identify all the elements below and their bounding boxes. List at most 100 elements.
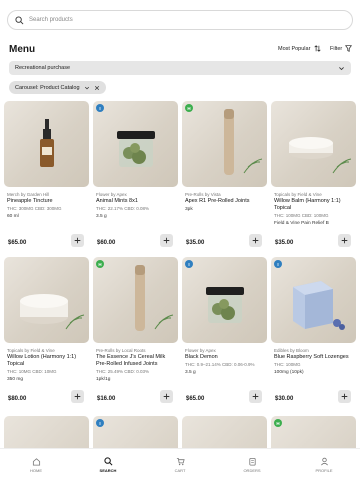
orders-icon <box>248 457 256 466</box>
product-price: $65.00 <box>186 396 205 402</box>
product-brand: Flower by Apex <box>96 192 127 197</box>
plus-icon <box>252 237 259 244</box>
tab-orders[interactable]: ORDERS <box>227 457 277 473</box>
product-card[interactable]: H Pre-Rolls by Vista Apex R1 Pre-Rolled … <box>182 101 267 255</box>
product-size: 3.5 g <box>96 213 107 219</box>
product-image[interactable] <box>271 101 356 187</box>
product-card[interactable]: Topicals by Field & Vine Willow Balm (Ha… <box>271 101 356 255</box>
plus-icon <box>163 237 170 244</box>
pre-roll-tube-image <box>135 265 174 331</box>
product-potency: THC: 0.9–21.14% CBD: 0.06-0.9% <box>185 362 255 367</box>
product-card[interactable]: Topicals by Field & Vine Willow Lotion (… <box>4 257 89 411</box>
chevron-down-icon[interactable] <box>84 85 90 91</box>
product-image[interactable] <box>4 101 89 187</box>
close-icon[interactable] <box>94 85 100 91</box>
product-name[interactable]: Animal Mints 8x1 <box>96 198 176 205</box>
sort-button[interactable]: Most Popular <box>278 45 321 52</box>
add-to-cart-button[interactable] <box>249 234 262 247</box>
product-price: $35.00 <box>275 240 294 246</box>
product-image[interactable] <box>4 257 89 343</box>
product-card[interactable]: I Flower by Apex Animal Mints 8x1 THC: 2… <box>93 101 178 255</box>
product-size: Field & Vine Pain Relief B <box>274 220 329 226</box>
cart-icon <box>176 457 185 465</box>
tab-search[interactable]: SEARCH <box>83 456 133 473</box>
bottom-tab-bar: HOME SEARCH CART ORDERS PROFILE <box>0 448 360 480</box>
product-potency: THC: 10MG CBD: 10MG <box>7 369 57 374</box>
balm-tin-image <box>289 137 352 174</box>
product-potency: THC: 22.17% CBD: 0.08% <box>96 206 150 211</box>
product-potency: THC: 100MG CBD: 100MG <box>274 213 329 218</box>
add-to-cart-button[interactable] <box>338 390 351 403</box>
tab-home[interactable]: HOME <box>11 457 61 473</box>
product-card[interactable]: I Flower by Apex Black Demon THC: 0.9–21… <box>182 257 267 411</box>
product-size: 60 ml <box>7 213 19 219</box>
product-name[interactable]: Pineapple Tincture <box>7 198 87 205</box>
add-to-cart-button[interactable] <box>71 234 84 247</box>
flower-jar-image <box>117 131 155 167</box>
page-title: Menu <box>9 44 36 55</box>
product-image[interactable]: I <box>271 257 356 343</box>
search-input[interactable]: Search products <box>29 17 73 23</box>
search-bar[interactable]: Search products <box>7 10 353 30</box>
product-size: 100mg (10pk) <box>274 369 304 375</box>
product-price: $30.00 <box>275 396 294 402</box>
tab-cart[interactable]: CART <box>155 457 205 473</box>
product-size: 350 mg <box>7 376 23 382</box>
purchase-type-select[interactable]: Recreational purchase <box>9 61 351 75</box>
product-name[interactable]: The Essence J's Cereal Milk Pre-Rolled I… <box>96 354 176 368</box>
product-size: 3pk <box>185 207 193 212</box>
product-image[interactable]: I <box>93 101 178 187</box>
strain-badge: H <box>96 260 104 268</box>
tincture-bottle-image <box>40 119 54 167</box>
plus-icon <box>341 237 348 244</box>
home-icon <box>32 457 40 466</box>
product-name[interactable]: Blue Raspberry Soft Lozenges <box>274 354 354 361</box>
add-to-cart-button[interactable] <box>338 234 351 247</box>
product-card[interactable]: H Pre-Rolls by Local Roots The Essence J… <box>93 257 178 411</box>
add-to-cart-button[interactable] <box>71 390 84 403</box>
product-name[interactable]: Willow Lotion (Harmony 1:1) Topical <box>7 354 87 368</box>
product-size: 3.5 g <box>185 369 196 375</box>
active-filter-label: Carousel: Product Catalog <box>15 84 80 91</box>
strain-badge: I <box>274 260 282 268</box>
flower-jar-image <box>206 287 244 323</box>
edible-box-image <box>293 281 345 330</box>
tab-label: HOME <box>30 467 42 473</box>
chevron-down-icon <box>339 66 344 70</box>
product-price: $35.00 <box>186 240 205 246</box>
product-card[interactable]: Merch by Garden Hill Pineapple Tincture … <box>4 101 89 255</box>
search-icon <box>103 456 112 465</box>
product-price: $80.00 <box>8 396 27 402</box>
strain-badge: H <box>185 104 193 112</box>
filter-button[interactable]: Filter <box>330 45 353 52</box>
product-image[interactable]: H <box>182 101 267 187</box>
product-image[interactable]: I <box>182 257 267 343</box>
tab-profile[interactable]: PROFILE <box>299 457 349 473</box>
strain-badge: H <box>274 419 282 427</box>
add-to-cart-button[interactable] <box>160 390 173 403</box>
add-to-cart-button[interactable] <box>160 234 173 247</box>
search-icon <box>15 15 24 24</box>
tab-label: ORDERS <box>243 467 261 473</box>
product-card[interactable]: I Edibles by Bloom Blue Raspberry Soft L… <box>271 257 356 411</box>
profile-icon <box>320 457 328 465</box>
active-filter-chip[interactable]: Carousel: Product Catalog <box>9 81 106 94</box>
plus-icon <box>252 393 259 400</box>
product-brand: Pre-Rolls by Vista <box>185 192 221 197</box>
purchase-type-value: Recreational purchase <box>15 65 71 71</box>
product-size: 1pk/1g <box>96 376 111 382</box>
add-to-cart-button[interactable] <box>249 390 262 403</box>
tab-label: CART <box>174 467 186 473</box>
plus-icon <box>163 393 170 400</box>
product-name[interactable]: Black Demon <box>185 354 265 361</box>
product-name[interactable]: Willow Balm (Harmony 1:1) Topical <box>274 198 354 212</box>
product-brand: Pre-Rolls by Local Roots <box>96 348 146 353</box>
product-brand: Flower by Apex <box>185 348 216 353</box>
product-brand: Topicals by Field & Vine <box>274 192 322 197</box>
lotion-tin-image <box>20 294 85 330</box>
product-image[interactable]: H <box>93 257 178 343</box>
strain-badge: I <box>96 419 104 427</box>
filter-label: Filter <box>330 45 343 52</box>
product-brand: Edibles by Bloom <box>274 348 309 353</box>
product-name[interactable]: Apex R1 Pre-Rolled Joints <box>185 198 265 205</box>
